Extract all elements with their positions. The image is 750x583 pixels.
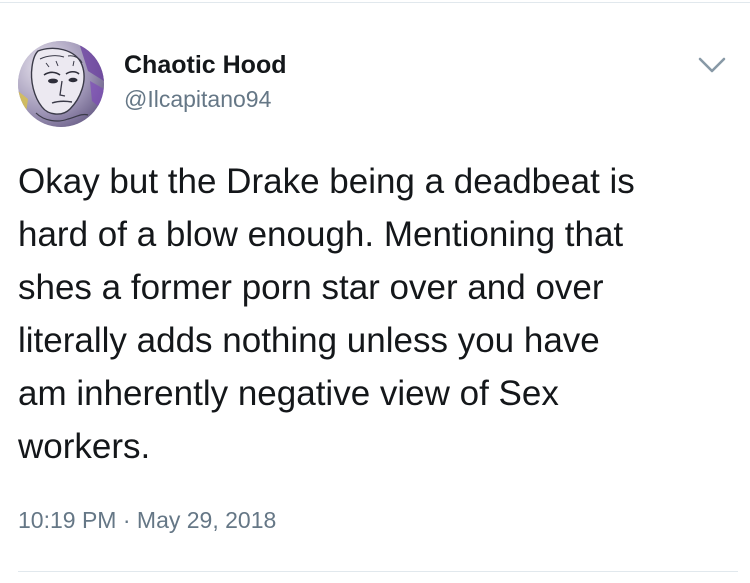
author-display-name[interactable]: Chaotic Hood xyxy=(124,49,287,81)
timestamp-separator: · xyxy=(122,507,131,533)
chevron-down-icon xyxy=(698,57,726,73)
tweet-text-line: Okay but the Drake being a deadbeat is xyxy=(18,162,635,201)
top-divider xyxy=(0,2,750,3)
avatar[interactable] xyxy=(18,41,104,127)
tweet-text-line: workers. xyxy=(18,427,151,466)
tweet-text-line: shes a former porn star over and over xyxy=(18,268,604,307)
tweet-text-line: literally adds nothing unless you have xyxy=(18,321,600,360)
tweet-text-line: am inherently negative view of Sex xyxy=(18,374,559,413)
tweet-text-line: hard of a blow enough. Mentioning that xyxy=(18,215,624,254)
tweet-menu-button[interactable] xyxy=(694,50,730,80)
tweet-text: Okay but the Drake being a deadbeat is h… xyxy=(18,155,738,473)
bottom-divider xyxy=(18,571,738,572)
tweet-timestamp[interactable]: 10:19 PM · May 29, 2018 xyxy=(18,504,276,536)
author-handle[interactable]: @Ilcapitano94 xyxy=(124,84,271,114)
avatar-sketch-face-icon xyxy=(18,41,104,127)
tweet-time: 10:19 PM xyxy=(18,507,117,533)
tweet-date: May 29, 2018 xyxy=(136,507,277,533)
